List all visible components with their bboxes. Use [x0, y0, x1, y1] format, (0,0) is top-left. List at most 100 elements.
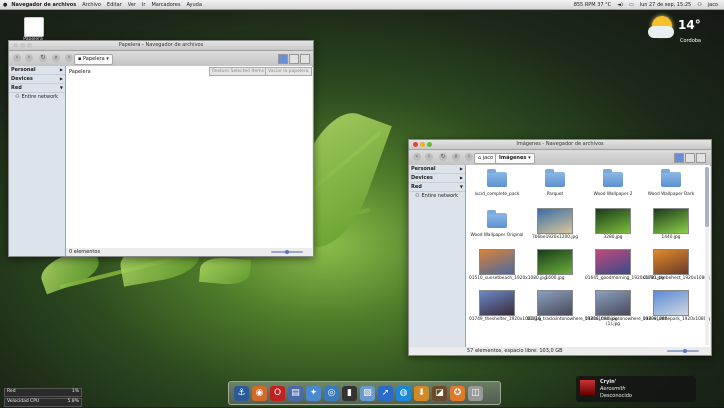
apple-menu-icon[interactable]: ● [3, 2, 7, 8]
image-thumbnail [479, 249, 515, 275]
battery-icon[interactable]: ▭ [629, 2, 634, 8]
chevron-down-icon: ▾ [528, 155, 531, 161]
list-view-button[interactable] [685, 153, 695, 163]
trash-zoom-slider[interactable] [271, 250, 303, 254]
reload-button[interactable]: ↻ [39, 54, 47, 62]
file-name: 01721_thebehest_1920x1080.jpg [643, 276, 710, 281]
breadcrumb[interactable]: ▪ Papelera ▾ [74, 54, 113, 65]
list-view-button[interactable] [289, 54, 299, 64]
sidebar-red[interactable]: Red ▼ [9, 84, 65, 93]
sidebar-red[interactable]: Red ▼ [409, 183, 465, 192]
image-item[interactable]: 7b6be1920x1200.jpg [526, 208, 584, 249]
image-item[interactable]: 1440.jpg [642, 208, 700, 249]
globe-icon[interactable]: ◎ [324, 385, 339, 401]
crumb-prev-button[interactable]: ‹ [465, 153, 473, 161]
image-thumbnail [595, 208, 631, 234]
document-icon[interactable]: ▤ [288, 385, 303, 401]
weather-widget[interactable]: 14° Cordoba [648, 14, 718, 46]
file-name: 01510_sunsetbeach_1920x1080.jpg [469, 276, 547, 281]
image-item[interactable]: 01721_thebehest_1920x1080.jpg [642, 249, 710, 290]
images-toolbar: ‹ › ↻ ⌕ ‹ ⌂ jaco Imágenes ▾ [409, 150, 711, 166]
menu-archivo[interactable]: Archivo [82, 2, 101, 8]
menu-marcadores[interactable]: Marcadores [151, 2, 180, 8]
monitor-icon[interactable]: ◪ [432, 385, 447, 401]
file-name: 01816_tracksintonowhere_1920x1080 (1).jp… [585, 317, 668, 327]
empty-trash-button[interactable]: Vaciar la papelera [265, 67, 312, 76]
weather-city: Cordoba [680, 38, 701, 44]
trash-titlebar[interactable]: Papelera - Navegador de archivos [9, 41, 313, 51]
image-item[interactable]: 01749_theshelter_1920x1080.jpg [468, 290, 541, 331]
sidebar-devices[interactable]: Devices ▶ [409, 174, 465, 183]
folder-item[interactable]: Parquet [526, 167, 584, 208]
opera-icon[interactable]: O [270, 385, 285, 401]
back-button[interactable]: ‹ [13, 54, 21, 62]
reload-button[interactable]: ↻ [439, 153, 447, 161]
fan-temp-status[interactable]: 855 RPM 37 °C [574, 2, 611, 8]
menu-ayuda[interactable]: Ayuda [186, 2, 201, 8]
image-item[interactable]: 01899_atthepark_1920x1080.jpg [642, 290, 710, 331]
forward-button[interactable]: › [425, 153, 433, 161]
network-icon: ⚇ [15, 94, 20, 100]
bird-icon[interactable]: ✦ [306, 385, 321, 401]
search-icon[interactable]: ⌕ [452, 153, 460, 161]
image-item[interactable]: 01816_tracksintonowhere_1920x1080 (1).jp… [584, 290, 668, 331]
now-playing-notification[interactable]: Cryin' Aerosmith Desconocido [576, 376, 696, 402]
menu-ir[interactable]: Ir [142, 2, 146, 8]
icon-view-button[interactable] [674, 153, 684, 163]
search-icon[interactable]: ⌕ [52, 54, 60, 62]
file-name: 1600.jpg [545, 276, 565, 281]
menu-ver[interactable]: Ver [128, 2, 136, 8]
file-name: Wood Wallpaper Dark [647, 192, 695, 197]
network-icon[interactable]: ◍ [396, 385, 411, 401]
sidebar-item-entire-network[interactable]: ⚇ Entire network [409, 192, 465, 200]
column-view-button[interactable] [300, 54, 310, 64]
trash-icon[interactable]: ◫ [468, 385, 483, 401]
crumb-prev-button[interactable]: ‹ [65, 54, 73, 62]
anchor-icon[interactable]: ⚓ [234, 385, 249, 401]
user-icon[interactable]: ⚇ [697, 2, 701, 8]
image-item[interactable]: 01510_sunsetbeach_1920x1080.jpg [468, 249, 547, 290]
image-thumbnail [537, 208, 573, 234]
images-content[interactable]: lucid_complete_pack Parquet Wood Wallpaper… [466, 165, 710, 347]
restore-selected-button[interactable]: Restore Selected Items [209, 67, 268, 76]
images-zoom-slider[interactable] [667, 349, 699, 353]
back-button[interactable]: ‹ [413, 153, 421, 161]
terminal-icon[interactable]: ▮ [342, 385, 357, 401]
volume-icon[interactable]: ◄) [617, 2, 623, 8]
image-item[interactable]: 01816_tracksintonowhere_1920x1080.jpg [526, 290, 617, 331]
preview-icon[interactable]: ▧ [360, 385, 375, 401]
folder-item[interactable]: Wood Wallpaper Dark [642, 167, 700, 208]
scrollbar[interactable] [705, 167, 709, 345]
trash-toolbar: ‹ › ↻ ⌕ ‹ ▪ Papelera ▾ [9, 51, 313, 67]
clock[interactable]: lun 27 de sep, 15:25 [640, 2, 692, 8]
icon-view-button[interactable] [278, 54, 288, 64]
download-icon[interactable]: ⬇ [414, 385, 429, 401]
image-item[interactable]: 01645_goodmorning_1920x1080.jpg [584, 249, 664, 290]
folder-item[interactable]: lucid_complete_pack [468, 167, 526, 208]
dock: ⚓ ◉ O ▤ ✦ ◎ ▮ ▧ ➚ ◍ ⬇ ◪ ✪ ◫ [228, 381, 501, 405]
file-name: 3280.jpg [603, 235, 623, 240]
user-name[interactable]: jaco [708, 2, 718, 8]
cursor-icon[interactable]: ➚ [378, 385, 393, 401]
breadcrumb-jaco[interactable]: ⌂ jaco [474, 153, 498, 164]
sidebar-personal[interactable]: Personal ▶ [9, 66, 65, 75]
trash-content[interactable]: Papelera Restore Selected Items Vaciar l… [66, 66, 312, 248]
menu-editar[interactable]: Editar [107, 2, 122, 8]
file-grid: lucid_complete_pack Parquet Wood Wallpaper… [468, 167, 710, 331]
sidebar-item-entire-network[interactable]: ⚇ Entire network [9, 93, 65, 101]
trash-desktop-icon[interactable] [24, 17, 44, 37]
breadcrumb-imagenes[interactable]: Imágenes ▾ [495, 153, 535, 164]
column-view-button[interactable] [696, 153, 706, 163]
sidebar-devices[interactable]: Devices ▶ [9, 75, 65, 84]
sidebar-personal[interactable]: Personal ▶ [409, 165, 465, 174]
folder-icon [661, 169, 681, 187]
folder-item[interactable]: Wood Wallpaper Original [468, 208, 526, 249]
finder-icon[interactable]: ◉ [252, 385, 267, 401]
app-menu[interactable]: Navegador de archivos [11, 2, 76, 8]
folder-item[interactable]: Wood Wallpaper 2 [584, 167, 642, 208]
forward-button[interactable]: › [25, 54, 33, 62]
images-titlebar[interactable]: Imágenes - Navegador de archivos [409, 140, 711, 150]
image-item[interactable]: 1600.jpg [526, 249, 584, 290]
safari-icon[interactable]: ✪ [450, 385, 465, 401]
image-item[interactable]: 3280.jpg [584, 208, 642, 249]
